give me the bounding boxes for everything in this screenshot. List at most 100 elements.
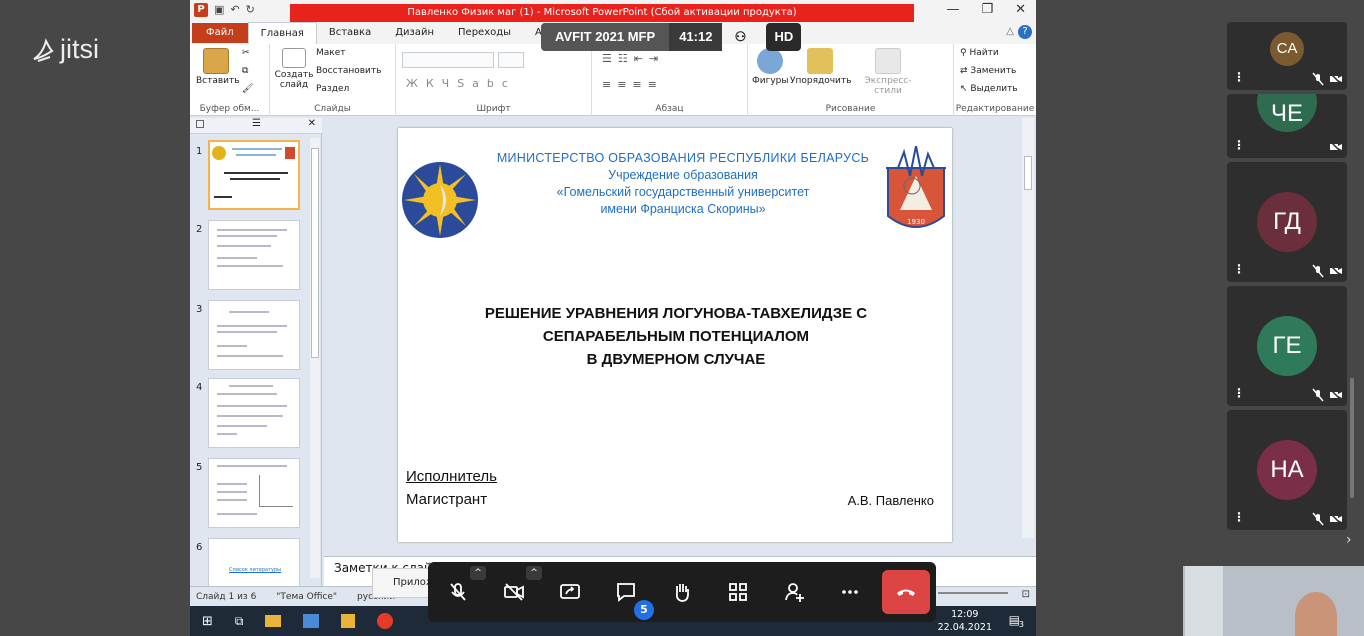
arrange-button[interactable]: Упорядочить [790, 48, 851, 86]
more-actions-button[interactable] [834, 576, 866, 608]
more-options-icon[interactable]: ⋮ [1233, 386, 1245, 400]
ribbon-collapse-icon[interactable]: △ [1006, 26, 1014, 37]
zoom-slider[interactable] [938, 592, 1008, 594]
paragraph-group-label: Абзац [655, 104, 684, 114]
app-icon[interactable] [303, 614, 320, 628]
shapes-icon [757, 48, 783, 74]
invite-button[interactable] [778, 576, 810, 608]
thumb-number: 2 [196, 224, 203, 235]
participant-tile[interactable]: НА ⋮ [1227, 410, 1347, 530]
close-pane-icon[interactable]: ✕ [308, 118, 316, 129]
minimize-icon[interactable]: — [946, 2, 959, 17]
tab-design[interactable]: Дизайн [383, 22, 446, 44]
font-format-buttons[interactable]: ЖКЧSabc [406, 77, 516, 90]
tab-file[interactable]: Файл [192, 23, 248, 43]
raise-hand-button[interactable] [666, 576, 698, 608]
avatar: ГД [1257, 192, 1317, 252]
ribbon: Вставить ✂ ⧉ 🖌 Буфер обм... Создать слай… [190, 44, 1036, 116]
arrange-icon [807, 48, 833, 74]
slide-thumbnail-4[interactable] [208, 378, 300, 448]
file-explorer-icon[interactable] [265, 615, 282, 627]
new-slide-icon [282, 48, 306, 68]
outline-tab-icon[interactable]: ☰ [252, 118, 261, 129]
quick-access-toolbar: P ▣ ↶ ↻ [194, 3, 255, 17]
slide-scrollbar[interactable] [1022, 118, 1034, 538]
camera-button[interactable] [498, 576, 530, 608]
help-icon[interactable]: ? [1018, 25, 1032, 39]
microphone-options-caret[interactable]: ^ [470, 566, 486, 580]
replace-button[interactable]: ⇄ Заменить [960, 66, 1016, 76]
executor-label: Исполнитель [406, 468, 497, 485]
reset-button[interactable]: Восстановить [316, 66, 381, 76]
quick-styles-icon [875, 48, 901, 74]
participant-tile[interactable]: ЧЕ ⋮ [1227, 94, 1347, 158]
screen-share-button[interactable] [554, 576, 586, 608]
tab-transitions[interactable]: Переходы [446, 22, 523, 44]
tab-insert[interactable]: Вставка [317, 22, 383, 44]
current-slide[interactable]: МИНИСТЕРСТВО ОБРАЗОВАНИЯ РЕСПУБЛИКИ БЕЛА… [398, 128, 952, 542]
store-icon[interactable] [341, 614, 356, 628]
raise-hand-icon [675, 584, 689, 602]
slides-group-label: Слайды [314, 104, 351, 114]
align-buttons[interactable]: ≡≡≡≡ [602, 78, 663, 91]
task-view-icon[interactable]: ⧉ [235, 614, 244, 629]
slide-thumbnail-1[interactable] [208, 140, 300, 210]
thumb-number: 5 [196, 462, 203, 473]
layout-button[interactable]: Макет [316, 48, 346, 58]
more-options-icon[interactable]: ⋮ [1233, 138, 1245, 152]
meeting-toolbar: ^ ^ 5 [428, 562, 936, 622]
find-button[interactable]: ⚲ Найти [960, 48, 999, 58]
tab-home[interactable]: Главная [247, 22, 317, 44]
list-buttons[interactable]: ☰☷⇤⇥ [602, 52, 664, 65]
shapes-button[interactable]: Фигуры [752, 48, 788, 86]
microphone-button[interactable] [442, 576, 474, 608]
more-options-icon[interactable]: ⋮ [1233, 510, 1245, 524]
more-options-icon[interactable]: ⋮ [1233, 70, 1245, 84]
slide-thumbnail-6[interactable]: Список литературы [208, 538, 300, 588]
font-size-select[interactable] [498, 52, 524, 68]
hangup-button[interactable] [882, 570, 930, 614]
slides-tab-icon[interactable] [196, 120, 204, 128]
more-options-icon[interactable]: ⋮ [1233, 262, 1245, 276]
thumbnails-scrollbar[interactable] [310, 138, 320, 578]
filmstrip-toggle-icon[interactable]: › [1346, 532, 1352, 548]
undo-icon[interactable]: ↶ [230, 3, 239, 17]
select-button[interactable]: ↖ Выделить [960, 84, 1018, 94]
cut-icon[interactable]: ✂ [242, 48, 250, 58]
self-view-background [1185, 566, 1223, 636]
meeting-name: AVFIT 2021 MFP [541, 23, 670, 51]
participant-tile[interactable]: ГЕ ⋮ [1227, 286, 1347, 406]
section-button[interactable]: Раздел [316, 84, 349, 94]
tile-view-button[interactable] [722, 576, 754, 608]
format-painter-icon[interactable]: 🖌 [242, 84, 253, 94]
slide-thumbnail-5[interactable] [208, 458, 300, 528]
paste-button[interactable]: Вставить [196, 48, 240, 86]
new-slide-button[interactable]: Создать слайд [274, 48, 314, 90]
add-user-icon [785, 583, 804, 602]
yandex-browser-icon[interactable] [377, 613, 394, 629]
font-name-select[interactable] [402, 52, 494, 68]
slide-thumbnail-2[interactable] [208, 220, 300, 290]
fit-slide-icon[interactable]: ⊡ [1022, 589, 1030, 600]
group-slides: Создать слайд Макет Восстановить Раздел … [270, 44, 396, 116]
taskbar-clock[interactable]: 12:09 22.04.2021 [938, 608, 992, 634]
participants-icon[interactable]: ⚇ [722, 23, 758, 51]
slide-thumbnail-3[interactable] [208, 300, 300, 370]
participant-tile[interactable]: ГД ⋮ [1227, 162, 1347, 282]
slide-scroll-thumb[interactable] [1024, 156, 1032, 190]
redo-icon[interactable]: ↻ [246, 3, 255, 17]
filmstrip-scrollbar[interactable] [1350, 378, 1354, 498]
quick-styles-button[interactable]: Экспресс-стили [852, 48, 924, 96]
clipboard-group-label: Буфер обм... [199, 104, 260, 114]
self-video-view[interactable] [1183, 566, 1364, 636]
copy-icon[interactable]: ⧉ [242, 66, 248, 76]
save-icon[interactable]: ▣ [214, 3, 224, 17]
close-icon[interactable]: ✕ [1015, 2, 1026, 17]
video-quality-badge[interactable]: HD [766, 23, 802, 51]
windows-start-icon[interactable]: ⊞ [202, 614, 213, 629]
restore-icon[interactable]: ❐ [981, 2, 993, 17]
participant-tile[interactable]: CA ⋮ [1227, 22, 1347, 90]
group-font: ЖКЧSabc Шрифт [396, 44, 592, 116]
jitsi-logo: jitsi [30, 34, 99, 65]
camera-options-caret[interactable]: ^ [526, 566, 542, 580]
